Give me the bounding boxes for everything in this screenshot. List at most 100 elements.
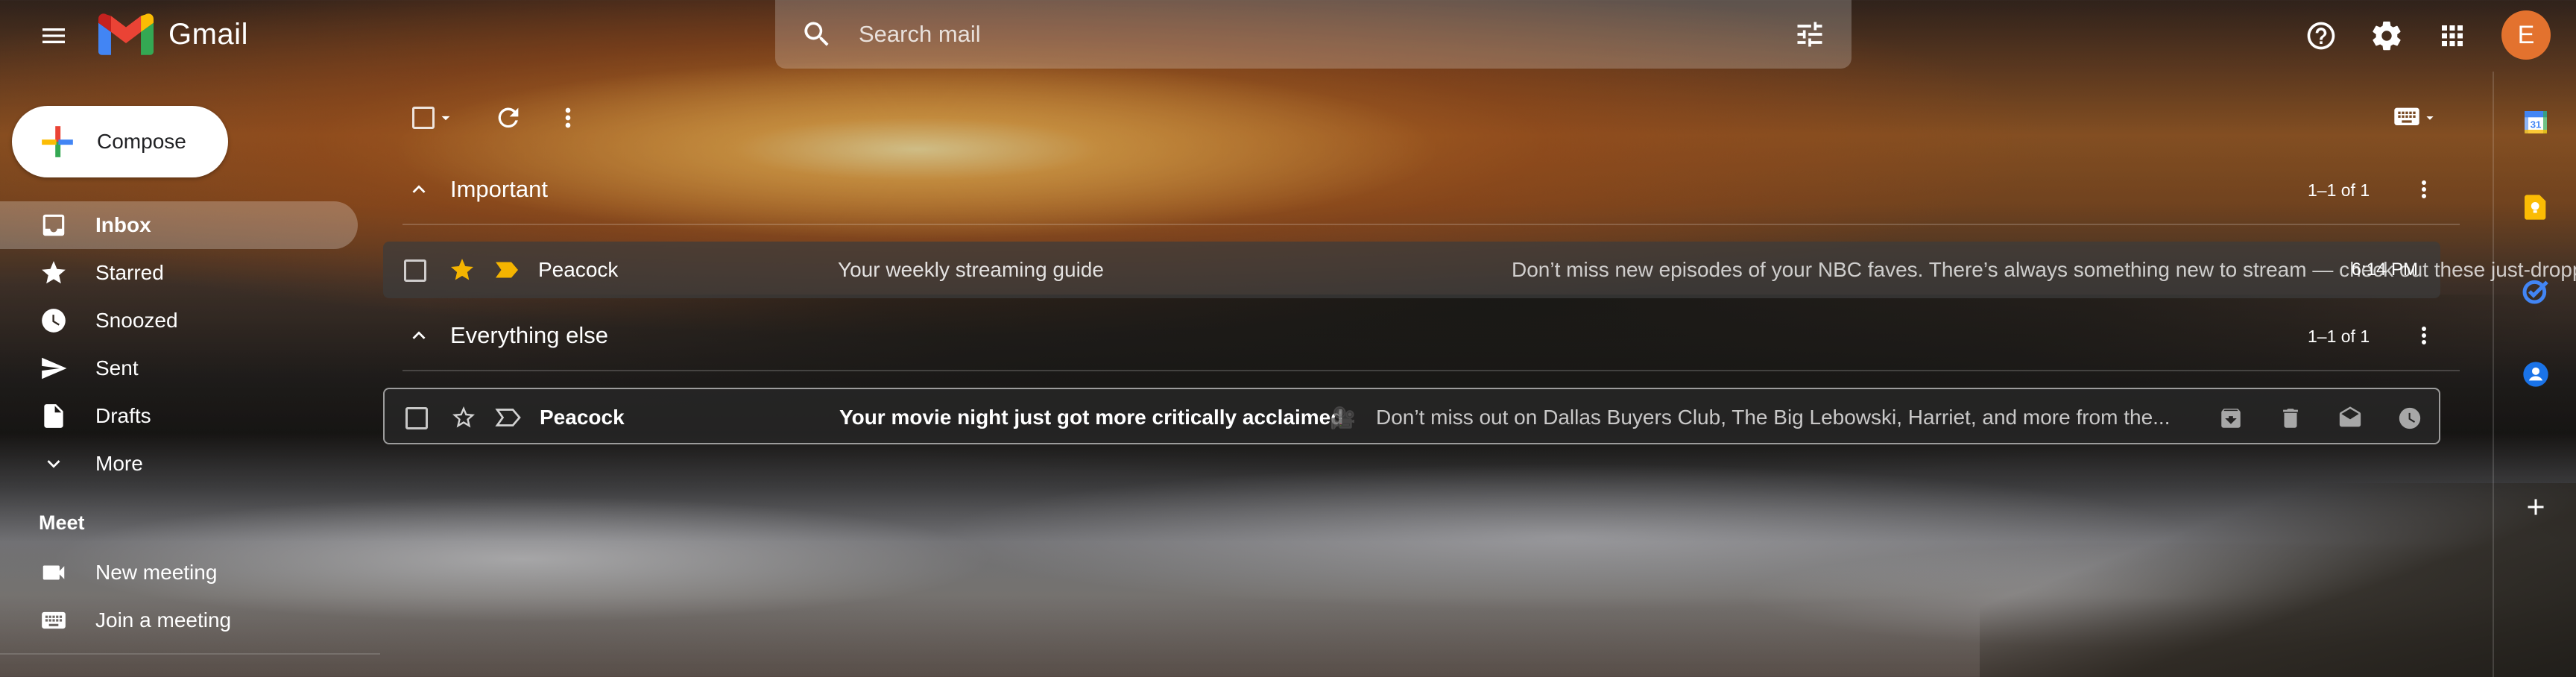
star-toggle-icon[interactable] xyxy=(449,403,479,432)
important-marker-icon[interactable] xyxy=(492,255,522,285)
sidebar-item-inbox[interactable]: Inbox xyxy=(0,201,358,249)
star-toggle-icon[interactable] xyxy=(447,255,477,285)
inbox-icon xyxy=(37,209,70,242)
sidebar-item-new-meeting[interactable]: New meeting xyxy=(0,549,358,596)
caret-down-icon xyxy=(441,116,450,121)
get-add-ons-icon[interactable] xyxy=(2516,488,2555,526)
main-menu-button[interactable] xyxy=(37,19,70,52)
gmail-logo[interactable]: Gmail xyxy=(98,13,248,55)
section-options-button[interactable] xyxy=(2408,319,2440,352)
sidebar-item-label: Sent xyxy=(95,356,139,380)
more-vert-icon xyxy=(2422,327,2426,344)
section-divider xyxy=(402,370,2460,371)
search-options-icon[interactable] xyxy=(1793,18,1826,54)
app-name: Gmail xyxy=(168,17,248,51)
search-bar[interactable] xyxy=(775,0,1852,69)
refresh-icon xyxy=(498,107,519,128)
section-title: Everything else xyxy=(450,322,608,348)
section-divider xyxy=(402,224,2460,225)
gmail-m-icon xyxy=(98,13,154,55)
account-avatar[interactable]: E xyxy=(2501,10,2551,60)
more-options-button[interactable] xyxy=(547,97,589,139)
sidebar-item-snoozed[interactable]: Snoozed xyxy=(0,297,358,344)
email-sender: Peacock xyxy=(540,406,625,429)
compose-button[interactable]: Compose xyxy=(12,106,228,177)
sidebar-item-label: Snoozed xyxy=(95,309,178,332)
section-options-button[interactable] xyxy=(2408,173,2440,206)
calendar-icon[interactable]: 31 xyxy=(2516,103,2555,142)
input-tools-button[interactable] xyxy=(2385,97,2445,139)
mark-as-read-icon[interactable] xyxy=(2334,403,2366,434)
sidebar-item-join-meeting[interactable]: Join a meeting xyxy=(0,596,358,644)
keyboard-icon xyxy=(2394,107,2419,125)
email-select-checkbox[interactable] xyxy=(404,259,426,282)
apps-grid-icon xyxy=(2442,25,2463,46)
sidebar-item-label: More xyxy=(95,452,143,475)
email-select-checkbox[interactable] xyxy=(405,407,428,429)
important-marker-icon[interactable] xyxy=(493,403,523,432)
sidebar-item-label: New meeting xyxy=(95,561,218,584)
archive-icon[interactable] xyxy=(2215,403,2247,434)
settings-button[interactable] xyxy=(2369,18,2405,54)
sidebar-nav: Inbox Starred Snoozed Sent Drafts More xyxy=(0,201,358,488)
svg-text:31: 31 xyxy=(2531,119,2542,130)
email-subject: Your movie night just got more criticall… xyxy=(839,406,1344,429)
gear-icon xyxy=(2373,21,2401,51)
draft-icon xyxy=(37,400,70,432)
tasks-icon[interactable] xyxy=(2516,271,2555,310)
checkbox-icon xyxy=(412,107,435,129)
sidebar-divider xyxy=(0,653,380,655)
section-important: Important 1–1 of 1 xyxy=(402,167,2445,212)
select-options-dropdown[interactable] xyxy=(432,97,459,139)
section-title: Important xyxy=(450,176,548,202)
help-icon xyxy=(2307,22,2335,50)
caret-down-icon xyxy=(2426,116,2434,120)
sidebar-item-more[interactable]: More xyxy=(0,440,358,488)
meet-section-title: Meet xyxy=(39,511,85,534)
sidebar-item-label: Join a meeting xyxy=(95,608,232,632)
video-icon xyxy=(37,556,70,589)
more-vert-icon xyxy=(2422,180,2426,198)
email-subject: Your weekly streaming guide xyxy=(838,258,1104,281)
contacts-icon[interactable] xyxy=(2516,355,2555,394)
section-everything-else: Everything else 1–1 of 1 xyxy=(402,313,2445,358)
apps-button[interactable] xyxy=(2434,18,2470,54)
star-icon xyxy=(37,256,70,289)
refresh-button[interactable] xyxy=(487,97,529,139)
email-row-everything-else[interactable]: Peacock Your movie night just got more c… xyxy=(383,388,2440,444)
sidebar-item-drafts[interactable]: Drafts xyxy=(0,392,358,440)
chevron-up-icon xyxy=(412,185,426,193)
sidebar-item-label: Inbox xyxy=(95,213,151,236)
search-input[interactable] xyxy=(859,16,1716,52)
collapse-everything-else-button[interactable] xyxy=(402,319,435,352)
keyboard-icon xyxy=(37,604,70,637)
email-row-important[interactable]: Peacock Your weekly streaming guide - Do… xyxy=(383,242,2576,298)
top-header: Gmail E xyxy=(0,0,2576,72)
email-sender: Peacock xyxy=(538,258,619,281)
chevron-up-icon xyxy=(412,331,426,339)
collapse-important-button[interactable] xyxy=(402,173,435,206)
keep-icon[interactable] xyxy=(2516,188,2555,227)
help-button[interactable] xyxy=(2303,18,2339,54)
email-snippet: Don’t miss out on Dallas Buyers Club, Th… xyxy=(1376,406,2171,429)
sidebar-item-label: Starred xyxy=(95,261,164,284)
meet-section: New meeting Join a meeting xyxy=(0,549,358,644)
section-count: 1–1 of 1 xyxy=(2308,180,2370,200)
search-icon[interactable] xyxy=(801,18,833,54)
hamburger-menu-icon xyxy=(42,28,65,43)
sidebar-item-label: Drafts xyxy=(95,404,151,427)
email-separator: 🎥 xyxy=(1330,406,1356,429)
sidebar-item-sent[interactable]: Sent xyxy=(0,344,358,392)
clock-icon xyxy=(37,304,70,337)
section-count: 1–1 of 1 xyxy=(2308,327,2370,346)
side-panel: 31 xyxy=(2493,72,2576,677)
sidebar-item-starred[interactable]: Starred xyxy=(0,249,358,297)
compose-plus-icon xyxy=(39,123,76,160)
background-hill-right xyxy=(1980,483,2576,677)
delete-icon[interactable] xyxy=(2275,403,2306,434)
snooze-icon[interactable] xyxy=(2394,403,2425,434)
email-time: 6:14 PM xyxy=(2351,259,2418,280)
send-icon xyxy=(37,352,70,385)
more-vert-icon xyxy=(565,107,571,128)
chevron-down-icon xyxy=(37,447,70,480)
